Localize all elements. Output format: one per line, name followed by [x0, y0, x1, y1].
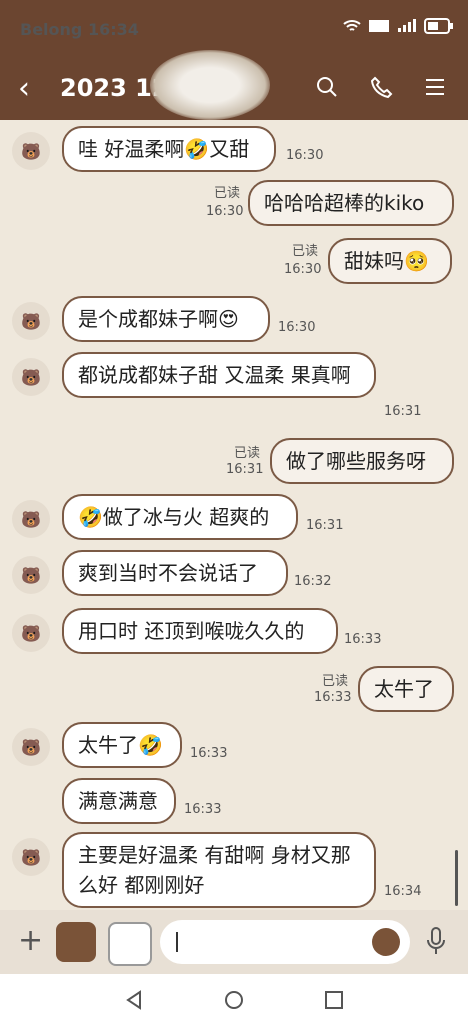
message-bubble[interactable]: 🤣做了冰与火 超爽的	[62, 494, 298, 540]
read-receipt: 已读	[292, 244, 319, 259]
message-bubble[interactable]: 太牛了	[358, 666, 454, 712]
message-bubble[interactable]: 太牛了🤣	[62, 722, 182, 768]
read-receipt: 已读	[234, 446, 261, 461]
contact-avatar[interactable]: 🐻	[12, 556, 50, 594]
message-time: 16:30	[286, 148, 324, 163]
sticker-icon[interactable]	[56, 922, 96, 962]
phone-icon[interactable]	[368, 74, 394, 100]
home-nav-icon[interactable]	[222, 988, 246, 1012]
composer-bar: +	[0, 910, 468, 974]
message-time: 16:31	[384, 404, 422, 419]
contact-avatar[interactable]: 🐻	[12, 614, 50, 652]
volte-icon	[369, 20, 389, 32]
message-time: 16:30	[284, 262, 322, 277]
system-nav-bar	[0, 974, 468, 1024]
message-time: 16:31	[226, 462, 264, 477]
text-cursor	[176, 932, 178, 952]
message-bubble[interactable]: 哈哈哈超棒的kiko	[248, 180, 454, 226]
wifi-icon	[343, 20, 361, 31]
message-time: 16:33	[184, 802, 222, 817]
message-time: 16:34	[384, 884, 422, 899]
message-bubble[interactable]: 甜妹吗🥺	[328, 238, 452, 284]
message-time: 16:31	[306, 518, 344, 533]
message-bubble[interactable]: 用口时 还顶到喉咙久久的	[62, 608, 338, 654]
status-time: Belong 16:34	[20, 20, 139, 39]
scrollbar[interactable]	[455, 850, 458, 906]
contact-avatar[interactable]: 🐻	[12, 728, 50, 766]
blurred-avatar	[150, 50, 270, 120]
read-receipt: 已读	[214, 186, 241, 201]
contact-avatar[interactable]: 🐻	[12, 302, 50, 340]
contact-avatar[interactable]: 🐻	[12, 132, 50, 170]
back-nav-icon[interactable]	[122, 988, 146, 1012]
message-bubble[interactable]: 做了哪些服务呀	[270, 438, 454, 484]
message-time: 16:32	[294, 574, 332, 589]
search-icon[interactable]	[314, 74, 340, 100]
message-time: 16:33	[344, 632, 382, 647]
emoji-bear-icon[interactable]	[372, 928, 400, 956]
contact-avatar[interactable]: 🐻	[12, 500, 50, 538]
contact-avatar[interactable]: 🐻	[12, 838, 50, 876]
message-time: 16:30	[206, 204, 244, 219]
chat-header: ‹ 2023 12	[0, 50, 468, 120]
message-input[interactable]	[160, 920, 410, 964]
message-bubble[interactable]: 是个成都妹子啊😍	[62, 296, 270, 342]
recents-nav-icon[interactable]	[322, 988, 346, 1012]
back-button[interactable]: ‹	[18, 74, 30, 104]
message-time: 16:33	[190, 746, 228, 761]
battery-icon	[424, 18, 453, 34]
message-bubble[interactable]: 哇 好温柔啊🤣又甜	[62, 126, 276, 172]
status-icons	[342, 18, 454, 34]
photo-sticker-icon[interactable]	[108, 922, 152, 966]
read-receipt: 已读	[322, 674, 349, 689]
message-time: 16:30	[278, 320, 316, 335]
contact-avatar[interactable]: 🐻	[12, 358, 50, 396]
message-bubble[interactable]: 满意满意	[62, 778, 176, 824]
menu-icon[interactable]	[422, 74, 448, 100]
plus-icon[interactable]: +	[18, 926, 43, 956]
signal-icon	[398, 19, 416, 32]
chat-messages: 🐻 哇 好温柔啊🤣又甜 16:30 已读 16:30 哈哈哈超棒的kiko 已读…	[0, 120, 468, 910]
message-bubble[interactable]: 爽到当时不会说话了	[62, 550, 288, 596]
microphone-icon[interactable]	[424, 926, 448, 956]
message-bubble[interactable]: 主要是好温柔 有甜啊 身材又那么好 都刚刚好	[62, 832, 376, 908]
message-bubble[interactable]: 都说成都妹子甜 又温柔 果真啊	[62, 352, 376, 398]
message-time: 16:33	[314, 690, 352, 705]
